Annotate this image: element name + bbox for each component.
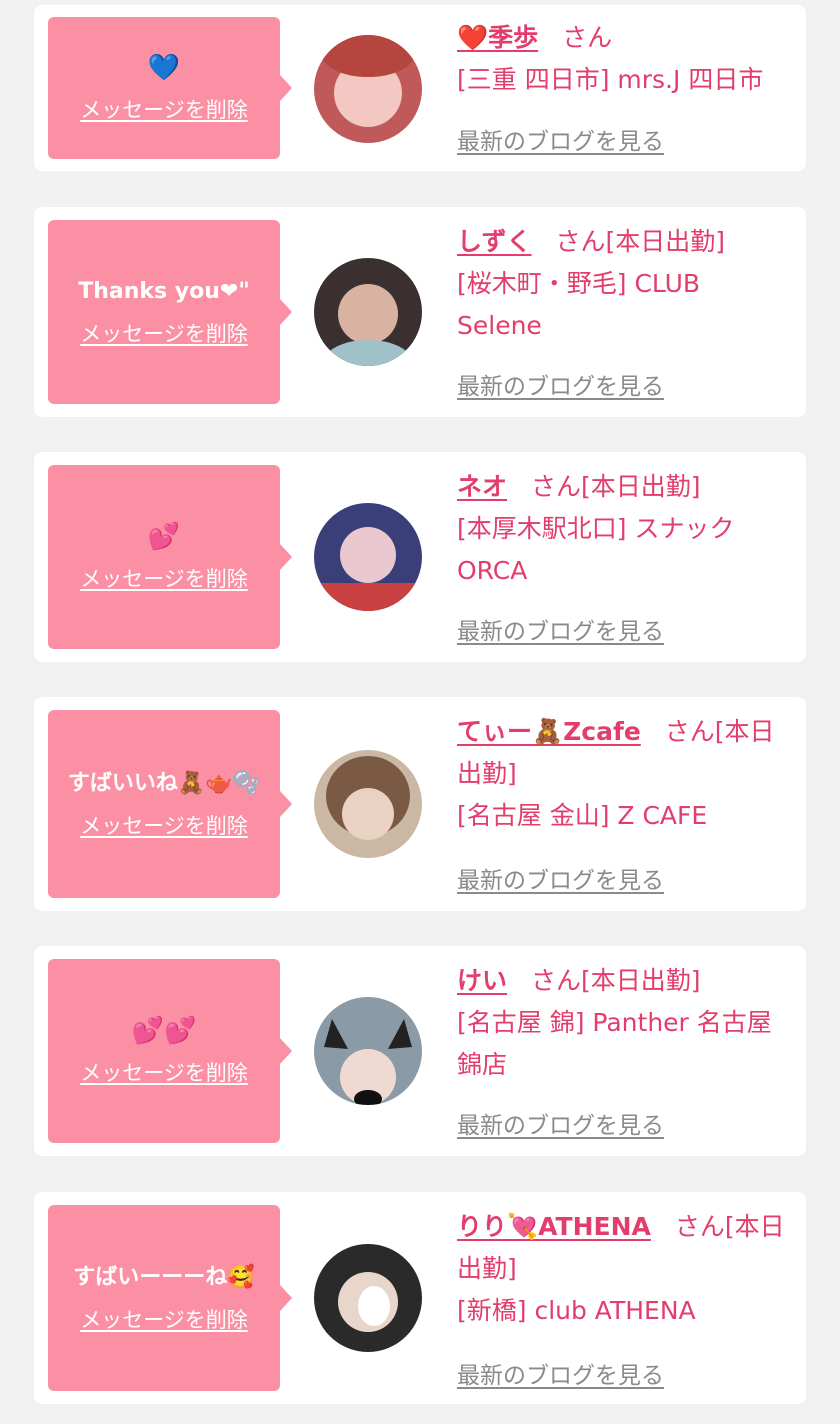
shop-name: [名古屋 錦] Panther 名古屋錦店 xyxy=(457,1008,772,1079)
delete-message-link[interactable]: メッセージを削除 xyxy=(48,563,280,593)
latest-blog-link[interactable]: 最新のブログを見る xyxy=(457,1106,664,1140)
avatar[interactable] xyxy=(314,258,422,366)
sender-name-link[interactable]: てぃー🧸Zcafe xyxy=(457,717,641,746)
message-text: Thanks you❤" xyxy=(78,279,250,304)
sender-suffix: さん[本日出勤] xyxy=(531,472,701,501)
message-text: すばいーーーね🥰 xyxy=(73,1265,255,1290)
sender-name-link[interactable]: しずく xyxy=(457,227,532,256)
message-text: 💙 xyxy=(147,53,181,83)
message-bubble: すばいーーーね🥰 メッセージを削除 xyxy=(48,1205,292,1391)
sender-info: けい さん[本日出勤] [名古屋 錦] Panther 名古屋錦店 xyxy=(457,960,792,1086)
delete-message-link[interactable]: メッセージを削除 xyxy=(48,810,280,840)
message-card: 💙 メッセージを削除 ❤️季歩 さん [三重 四日市] mrs.J 四日市 最新の… xyxy=(34,5,806,171)
sender-suffix: さん[本日出勤] xyxy=(531,966,701,995)
sender-info: ❤️季歩 さん [三重 四日市] mrs.J 四日市 xyxy=(457,17,792,101)
sender-suffix: さん[本日出勤] xyxy=(555,227,726,256)
avatar[interactable] xyxy=(314,35,422,143)
message-bubble: 💕💕 メッセージを削除 xyxy=(48,959,292,1143)
name-line: ネオ さん[本日出勤] xyxy=(457,466,792,508)
message-bubble: Thanks you❤" メッセージを削除 xyxy=(48,220,292,404)
avatar[interactable] xyxy=(314,503,422,611)
delete-message-link[interactable]: メッセージを削除 xyxy=(48,1304,280,1334)
latest-blog-link[interactable]: 最新のブログを見る xyxy=(457,612,664,646)
sender-info: ネオ さん[本日出勤] [本厚木駅北口] スナック ORCA xyxy=(457,466,792,592)
sender-name-link[interactable]: ネオ xyxy=(457,472,507,501)
message-card: Thanks you❤" メッセージを削除 しずく さん[本日出勤] [桜木町・野… xyxy=(34,207,806,417)
delete-message-link[interactable]: メッセージを削除 xyxy=(48,318,280,348)
avatar[interactable] xyxy=(314,1244,422,1352)
latest-blog-link[interactable]: 最新のブログを見る xyxy=(457,1356,664,1390)
avatar-photo xyxy=(314,503,422,611)
avatar-photo xyxy=(314,35,422,143)
latest-blog-link[interactable]: 最新のブログを見る xyxy=(457,861,664,895)
name-line: ❤️季歩 さん xyxy=(457,17,792,59)
message-card: 💕 メッセージを削除 ネオ さん[本日出勤] [本厚木駅北口] スナック ORCA… xyxy=(34,452,806,662)
name-line: しずく さん[本日出勤] xyxy=(457,221,792,263)
avatar[interactable] xyxy=(314,750,422,858)
sender-info: てぃー🧸Zcafe さん[本日出勤] [名古屋 金山] Z CAFE xyxy=(457,711,792,837)
delete-message-link[interactable]: メッセージを削除 xyxy=(48,94,280,124)
shop-name: [本厚木駅北口] スナック ORCA xyxy=(457,514,735,585)
avatar-photo xyxy=(314,258,422,366)
sender-info: りり💘ATHENA さん[本日出勤] [新橋] club ATHENA xyxy=(457,1206,792,1332)
message-bubble: すばいいね🧸🫖🫧 メッセージを削除 xyxy=(48,710,292,898)
message-bubble: 💕 メッセージを削除 xyxy=(48,465,292,649)
shop-name: [三重 四日市] mrs.J 四日市 xyxy=(457,65,764,94)
shop-name: [名古屋 金山] Z CAFE xyxy=(457,801,708,830)
sender-suffix: さん xyxy=(562,23,613,52)
latest-blog-link[interactable]: 最新のブログを見る xyxy=(457,122,664,156)
delete-message-link[interactable]: メッセージを削除 xyxy=(48,1057,280,1087)
sender-name-link[interactable]: けい xyxy=(457,966,507,995)
sender-info: しずく さん[本日出勤] [桜木町・野毛] CLUB Selene xyxy=(457,221,792,347)
message-card: すばいーーーね🥰 メッセージを削除 りり💘ATHENA さん[本日出勤] [新橋]… xyxy=(34,1192,806,1404)
shop-name: [桜木町・野毛] CLUB Selene xyxy=(457,269,701,340)
name-line: りり💘ATHENA さん[本日出勤] xyxy=(457,1206,792,1290)
message-bubble: 💙 メッセージを削除 xyxy=(48,17,292,159)
name-line: けい さん[本日出勤] xyxy=(457,960,792,1002)
message-text: すばいいね🧸🫖🫧 xyxy=(67,771,261,796)
name-line: てぃー🧸Zcafe さん[本日出勤] xyxy=(457,711,792,795)
message-card: 💕💕 メッセージを削除 けい さん[本日出勤] [名古屋 錦] Panther 名… xyxy=(34,946,806,1156)
message-card: すばいいね🧸🫖🫧 メッセージを削除 てぃー🧸Zcafe さん[本日出勤] [名古屋… xyxy=(34,697,806,911)
latest-blog-link[interactable]: 最新のブログを見る xyxy=(457,367,664,401)
message-text: 💕 xyxy=(147,522,181,552)
message-text: 💕💕 xyxy=(131,1016,197,1046)
sender-name-link[interactable]: りり💘ATHENA xyxy=(457,1212,651,1241)
avatar[interactable] xyxy=(314,997,422,1105)
avatar-photo xyxy=(314,750,422,858)
shop-name: [新橋] club ATHENA xyxy=(457,1296,696,1325)
avatar-photo xyxy=(314,1244,422,1352)
avatar-photo xyxy=(314,997,422,1105)
sender-name-link[interactable]: ❤️季歩 xyxy=(457,23,538,52)
